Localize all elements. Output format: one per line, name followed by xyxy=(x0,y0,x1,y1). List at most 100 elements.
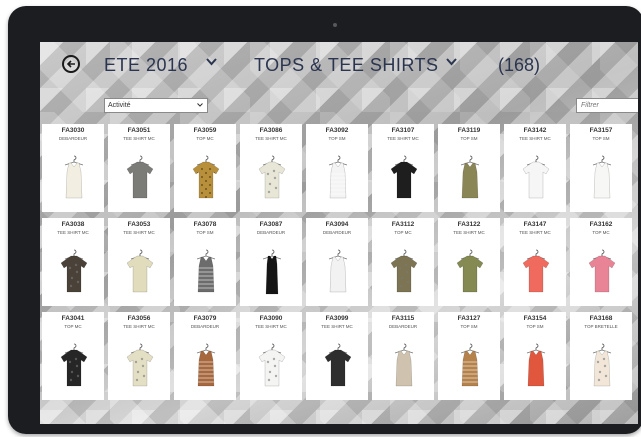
product-code: FA3059 xyxy=(193,127,217,134)
product-card[interactable]: FA3157 TOP SM xyxy=(570,124,632,212)
garment-on-hanger-image xyxy=(126,249,154,293)
product-category: TEE SHIRT MC xyxy=(123,324,155,329)
product-card[interactable]: FA3099 TEE SHIRT MC xyxy=(306,312,368,400)
season-title[interactable]: ETE 2016 xyxy=(104,55,188,75)
product-code: FA3168 xyxy=(589,315,613,322)
garment-on-hanger-image xyxy=(394,343,414,387)
garment-on-hanger-image xyxy=(262,249,282,295)
product-card[interactable]: FA3079 DEBARDEUR xyxy=(174,312,236,400)
category-chevron-down-icon[interactable] xyxy=(446,58,457,66)
garment-on-hanger-image xyxy=(460,155,480,199)
product-code: FA3087 xyxy=(259,221,283,228)
product-code: FA3127 xyxy=(457,315,481,322)
app-screen: ETE 2016 TOPS & TEE SHIRTS (168) Activit… xyxy=(40,42,638,424)
garment-on-hanger-image xyxy=(126,343,154,387)
garment-on-hanger-image xyxy=(328,249,348,293)
product-category: TOP SM xyxy=(328,136,346,141)
product-card[interactable]: FA3115 DEBARDEUR xyxy=(372,312,434,400)
product-card[interactable]: FA3147 TEE SHIRT MC xyxy=(504,218,566,306)
garment-on-hanger-image xyxy=(324,343,352,387)
product-code: FA3122 xyxy=(457,221,481,228)
product-category: TEE SHIRT MC xyxy=(123,136,155,141)
garment-on-hanger-image xyxy=(588,249,616,293)
product-card[interactable]: FA3142 TEE SHIRT MC xyxy=(504,124,566,212)
product-category: TEE SHIRT MC xyxy=(255,136,287,141)
garment-on-hanger-image xyxy=(390,155,418,199)
product-category: TEE SHIRT MC xyxy=(519,136,551,141)
product-code: FA3078 xyxy=(193,221,217,228)
product-category: TOP SM xyxy=(196,230,214,235)
product-category: TOP MC xyxy=(196,136,214,141)
back-arrow-icon[interactable] xyxy=(62,55,80,73)
product-category: TEE SHIRT MC xyxy=(255,324,287,329)
product-card[interactable]: FA3087 DEBARDEUR xyxy=(240,218,302,306)
garment-on-hanger-image xyxy=(258,343,286,387)
product-card[interactable]: FA3094 DEBARDEUR xyxy=(306,218,368,306)
filter-input[interactable]: Filtrer xyxy=(576,98,638,113)
product-code: FA3099 xyxy=(325,315,349,322)
product-category: DEBARDEUR xyxy=(322,230,352,235)
product-code: FA3090 xyxy=(259,315,283,322)
product-code: FA3157 xyxy=(589,127,613,134)
product-category: DEBARDEUR xyxy=(190,324,220,329)
garment-on-hanger-image xyxy=(522,249,550,293)
tablet-frame: ETE 2016 TOPS & TEE SHIRTS (168) Activit… xyxy=(8,6,641,434)
product-category: TOP MC xyxy=(64,324,82,329)
category-title[interactable]: TOPS & TEE SHIRTS xyxy=(254,55,439,75)
product-code: FA3041 xyxy=(61,315,85,322)
product-category: TEE SHIRT MC xyxy=(387,136,419,141)
product-code: FA3162 xyxy=(589,221,613,228)
product-card[interactable]: FA3127 TOP SM xyxy=(438,312,500,400)
filter-placeholder: Filtrer xyxy=(581,102,599,109)
garment-on-hanger-image xyxy=(126,155,154,199)
product-card[interactable]: FA3119 TOP SM xyxy=(438,124,500,212)
product-code: FA3038 xyxy=(61,221,85,228)
product-card[interactable]: FA3154 TOP SM xyxy=(504,312,566,400)
garment-on-hanger-image xyxy=(522,155,550,199)
product-card[interactable]: FA3059 TOP MC xyxy=(174,124,236,212)
product-card[interactable]: FA3053 TEE SHIRT MC xyxy=(108,218,170,306)
product-code: FA3115 xyxy=(391,315,415,322)
product-code: FA3107 xyxy=(391,127,415,134)
product-category: TOP MC xyxy=(592,230,610,235)
product-card[interactable]: FA3112 TOP MC xyxy=(372,218,434,306)
product-code: FA3092 xyxy=(325,127,349,134)
product-category: TOP SM xyxy=(592,136,610,141)
season-chevron-down-icon[interactable] xyxy=(206,58,217,66)
product-category: DEBARDEUR xyxy=(58,136,88,141)
product-card[interactable]: FA3078 TOP SM xyxy=(174,218,236,306)
garment-on-hanger-image xyxy=(60,249,88,293)
product-category: TEE SHIRT MC xyxy=(57,230,89,235)
garment-on-hanger-image xyxy=(60,343,88,387)
product-card[interactable]: FA3162 TOP MC xyxy=(570,218,632,306)
product-code: FA3112 xyxy=(391,221,415,228)
product-card[interactable]: FA3092 TOP SM xyxy=(306,124,368,212)
camera-dot xyxy=(333,23,337,27)
product-card[interactable]: FA3086 TEE SHIRT MC xyxy=(240,124,302,212)
product-code: FA3079 xyxy=(193,315,217,322)
product-category: TOP MC xyxy=(394,230,412,235)
product-category: DEBARDEUR xyxy=(388,324,418,329)
garment-on-hanger-image xyxy=(592,155,612,199)
product-card[interactable]: FA3168 TOP BRETELLE xyxy=(570,312,632,400)
product-card[interactable]: FA3107 TEE SHIRT MC xyxy=(372,124,434,212)
product-card[interactable]: FA3030 DEBARDEUR xyxy=(42,124,104,212)
product-code: FA3053 xyxy=(127,221,151,228)
product-category: TEE SHIRT MC xyxy=(453,230,485,235)
product-card[interactable]: FA3122 TEE SHIRT MC xyxy=(438,218,500,306)
garment-on-hanger-image xyxy=(196,343,216,387)
chevron-down-icon xyxy=(197,103,203,107)
product-card[interactable]: FA3056 TEE SHIRT MC xyxy=(108,312,170,400)
product-code: FA3051 xyxy=(127,127,151,134)
product-card[interactable]: FA3041 TOP MC xyxy=(42,312,104,400)
product-count: (168) xyxy=(498,55,541,75)
product-category: DEBARDEUR xyxy=(256,230,286,235)
product-card[interactable]: FA3090 TEE SHIRT MC xyxy=(240,312,302,400)
product-category: TEE SHIRT MC xyxy=(519,230,551,235)
product-category: TOP BRETELLE xyxy=(584,324,618,329)
activity-dropdown[interactable]: Activité xyxy=(104,98,208,113)
product-card[interactable]: FA3051 TEE SHIRT MC xyxy=(108,124,170,212)
product-card[interactable]: FA3038 TEE SHIRT MC xyxy=(42,218,104,306)
product-code: FA3056 xyxy=(127,315,151,322)
product-category: TOP SM xyxy=(460,324,478,329)
